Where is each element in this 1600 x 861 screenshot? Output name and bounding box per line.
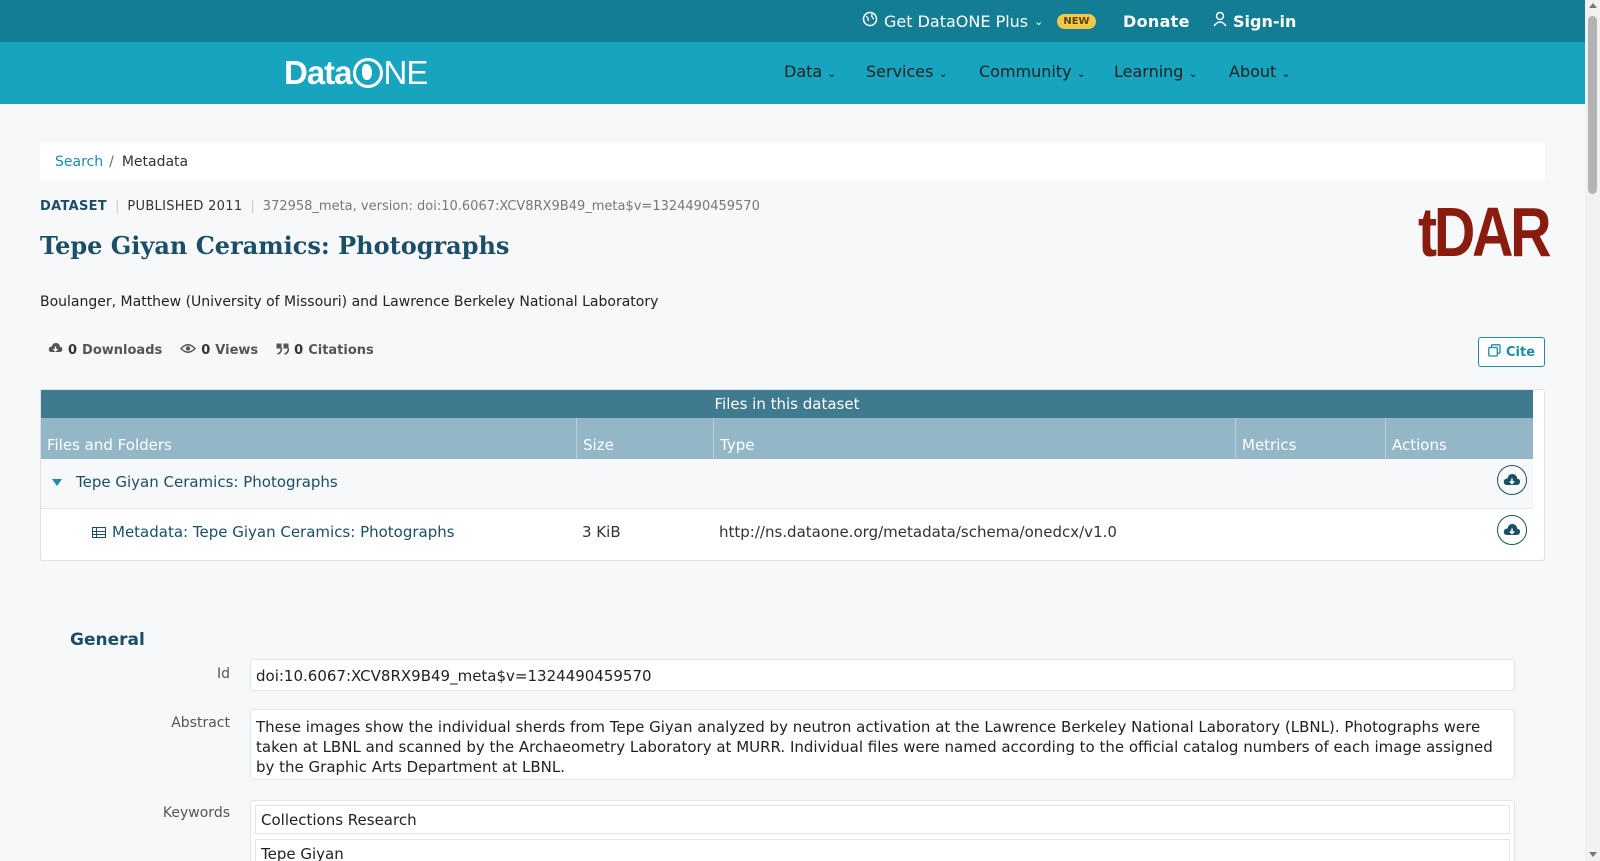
chevron-down-icon: ⌄ <box>1188 67 1198 80</box>
column-header-files[interactable]: Files and Folders <box>41 418 576 459</box>
breadcrumb: Search / Metadata <box>40 143 1545 180</box>
views-count: 0 <box>201 343 211 358</box>
nav-services-label: Services <box>866 62 934 81</box>
cloud-download-icon <box>48 342 63 359</box>
downloads-metric[interactable]: 0 Downloads <box>48 342 162 359</box>
table-row[interactable]: Metadata: Tepe Giyan Ceramics: Photograp… <box>41 509 1533 559</box>
citations-count: 0 <box>294 343 304 358</box>
nav-learning[interactable]: Learning ⌄ <box>1114 62 1198 81</box>
file-name: Metadata: Tepe Giyan Ceramics: Photograp… <box>112 523 455 541</box>
eye-icon <box>180 343 197 358</box>
divider: | <box>114 199 120 214</box>
nav-data[interactable]: Data ⌄ <box>784 62 836 81</box>
breadcrumb-current: Metadata <box>121 153 189 170</box>
logo-text-ne: NE <box>383 54 429 91</box>
caret-down-icon[interactable] <box>52 479 62 486</box>
new-badge: NEW <box>1057 13 1096 29</box>
published-label: PUBLISHED 2011 <box>127 199 243 214</box>
downloads-label: Downloads <box>82 343 163 358</box>
views-label: Views <box>215 343 259 358</box>
cloud-download-icon <box>1503 473 1521 485</box>
chevron-down-icon: ⌄ <box>1281 67 1291 80</box>
general-section-heading: General <box>70 630 145 650</box>
table-icon <box>92 526 106 538</box>
scrollbar-thumb[interactable] <box>1588 16 1597 194</box>
dataset-title: Tepe Giyan Ceramics: Photographs <box>40 231 510 260</box>
copy-icon <box>1488 343 1501 361</box>
download-folder-button[interactable] <box>1497 465 1527 495</box>
nav-services[interactable]: Services ⌄ <box>866 62 948 81</box>
dataone-logo[interactable]: Data NE <box>284 54 429 92</box>
nav-about[interactable]: About ⌄ <box>1229 62 1291 81</box>
get-dataone-plus-label: Get DataONE Plus <box>884 11 1029 31</box>
nav-learning-label: Learning <box>1114 62 1184 81</box>
keyword-item: Collections Research <box>255 805 1510 834</box>
column-header-type[interactable]: Type <box>713 418 1235 459</box>
logo-text-data: Data <box>284 54 353 91</box>
file-type: http://ns.dataone.org/metadata/schema/on… <box>719 523 1117 541</box>
globe-logo-icon <box>352 58 383 88</box>
id-label: Id <box>216 666 230 682</box>
dataset-metrics: 0 Downloads 0 Views 0 Citations <box>48 342 374 359</box>
abstract-label: Abstract <box>171 715 230 731</box>
nav-data-label: Data <box>784 62 823 81</box>
scroll-up-arrow-icon[interactable] <box>1589 3 1597 8</box>
dataset-type-label: DATASET <box>40 199 107 214</box>
divider: | <box>250 199 255 214</box>
tdar-repository-logo[interactable]: tDAR <box>1418 196 1552 268</box>
dataset-meta-line: DATASET | PUBLISHED 2011 | 372958_meta, … <box>40 199 760 214</box>
column-header-metrics[interactable]: Metrics <box>1235 418 1385 459</box>
citations-label: Citations <box>308 343 374 358</box>
abstract-value: These images show the individual sherds … <box>250 709 1515 780</box>
nav-community[interactable]: Community ⌄ <box>979 62 1086 81</box>
downloads-count: 0 <box>68 343 78 358</box>
download-file-button[interactable] <box>1497 515 1527 545</box>
main-navbar: Data NE Data ⌄ Services ⌄ Community ⌄ Learn… <box>0 42 1585 104</box>
dataset-authors: Boulanger, Matthew (University of Missou… <box>40 294 659 310</box>
chevron-down-icon: ⌄ <box>938 67 948 80</box>
id-value: doi:10.6067:XCV8RX9B49_meta$v=1324490459… <box>250 659 1515 691</box>
files-table-header-row: Files and Folders Size Type Metrics Acti… <box>41 418 1533 459</box>
chevron-down-icon: ⌄ <box>1034 14 1044 28</box>
nav-about-label: About <box>1229 62 1277 81</box>
get-dataone-plus-menu[interactable]: Get DataONE Plus ⌄ NEW <box>862 0 1096 42</box>
donate-link[interactable]: Donate <box>1123 0 1190 42</box>
chevron-down-icon: ⌄ <box>827 67 837 80</box>
cite-label: Cite <box>1505 344 1536 360</box>
cloud-download-icon <box>1503 523 1521 535</box>
views-metric[interactable]: 0 Views <box>180 342 258 359</box>
files-table-heading: Files in this dataset <box>41 390 1533 418</box>
breadcrumb-separator: / <box>109 153 114 170</box>
scroll-down-arrow-icon[interactable] <box>1589 852 1597 857</box>
file-name-cell[interactable]: Metadata: Tepe Giyan Ceramics: Photograp… <box>92 523 455 541</box>
folder-name: Tepe Giyan Ceramics: Photographs <box>76 473 338 491</box>
sign-in-label: Sign-in <box>1233 11 1297 31</box>
quote-icon <box>276 343 290 359</box>
files-table: Files in this dataset Files and Folders … <box>40 389 1545 561</box>
globe-icon <box>862 11 878 31</box>
chevron-down-icon: ⌄ <box>1076 67 1086 80</box>
sign-in-link[interactable]: Sign-in <box>1213 0 1296 42</box>
keywords-list: Collections Research Tepe Giyan <box>250 800 1515 861</box>
column-header-size[interactable]: Size <box>576 418 713 459</box>
user-icon <box>1213 11 1227 31</box>
breadcrumb-search-link[interactable]: Search <box>55 154 103 170</box>
column-header-actions[interactable]: Actions <box>1385 418 1533 459</box>
folder-row[interactable]: Tepe Giyan Ceramics: Photographs <box>41 459 1533 509</box>
version-label: 372958_meta, version: doi:10.6067:XCV8RX… <box>262 199 760 214</box>
citations-metric[interactable]: 0 Citations <box>276 342 374 359</box>
file-size: 3 KiB <box>582 523 621 541</box>
keyword-item: Tepe Giyan <box>255 839 1510 861</box>
cite-button[interactable]: Cite <box>1478 337 1545 367</box>
nav-community-label: Community <box>979 62 1072 81</box>
vertical-scrollbar[interactable] <box>1585 0 1600 861</box>
top-utility-bar: Get DataONE Plus ⌄ NEW Donate Sign-in <box>0 0 1585 42</box>
keywords-label: Keywords <box>162 805 230 821</box>
